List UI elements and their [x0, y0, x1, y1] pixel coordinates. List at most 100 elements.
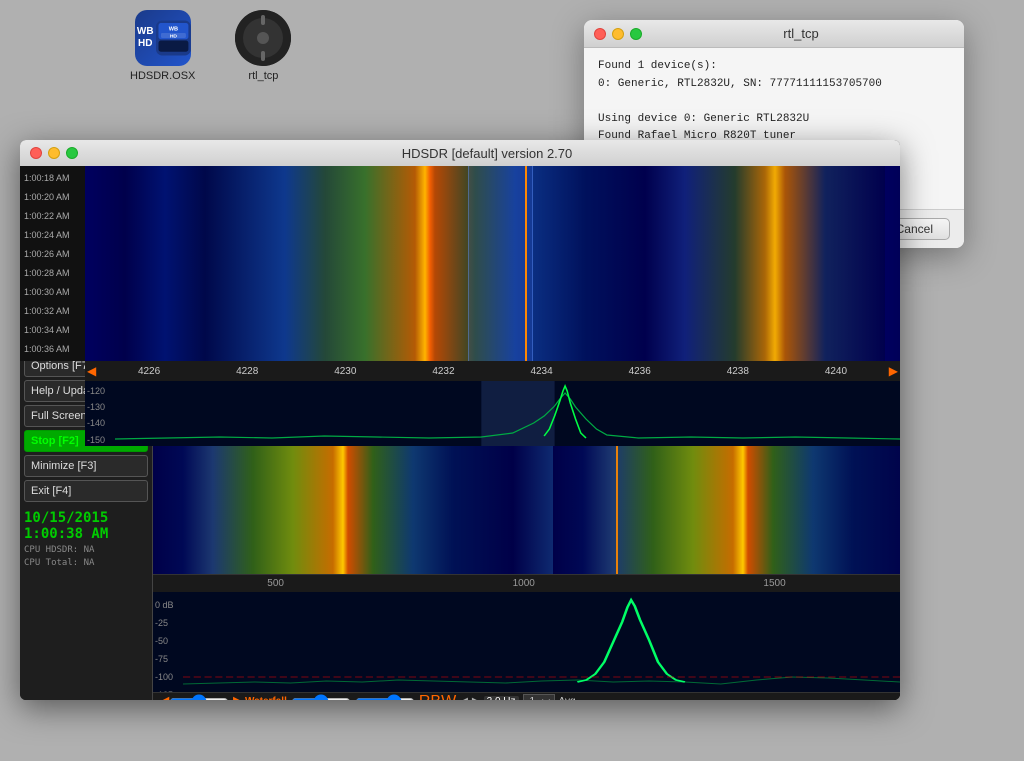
hdsdr-icon-label: HDSDR.OSX — [130, 70, 195, 82]
volume-slider[interactable] — [243, 274, 894, 286]
loop-button[interactable]: ∞ — [300, 307, 324, 329]
media-controls-row: ▶ ⏸ ■ ◀◀ ∞ — [153, 302, 900, 333]
right-freq-axis: 500 1000 1500 — [153, 574, 900, 592]
wf-rbw-label-bot: RBW — [419, 693, 456, 701]
lo-frequency-display[interactable]: 0004.200.000 — [211, 192, 836, 226]
stop-media-button[interactable]: ■ — [236, 307, 258, 329]
waterfall-display-area: 500 1000 1500 0 dB -25 -50 -75 -100 — [153, 434, 900, 700]
freq-4236: 4236 — [629, 366, 651, 377]
wf-pos-slider-bot[interactable] — [169, 697, 229, 701]
hdsdr-titlebar: HDSDR [default] version 2.70 — [20, 140, 900, 166]
wf-level-slider-bot[interactable] — [291, 697, 351, 701]
agc-thresh-slider[interactable] — [243, 288, 894, 300]
db-125: -125 — [155, 686, 185, 692]
nb-if-button[interactable]: NB IF — [235, 335, 275, 352]
tune-label: Tune — [159, 245, 199, 257]
right-freq-arrow[interactable]: ▶ — [889, 364, 898, 378]
desktop-icon-rtl[interactable]: rtl_tcp — [235, 10, 291, 82]
wf-play-btn-bot[interactable]: ◀ — [460, 696, 468, 700]
mode-im[interactable]: IM — [249, 169, 272, 184]
top-db-120: -120 — [87, 383, 105, 399]
mode-buttons-row: AM ECS FM IM LSB USB CW DRM — [153, 166, 900, 188]
right-spectrum-svg — [183, 592, 900, 692]
minimize-button[interactable] — [612, 28, 624, 40]
nb-rf-button[interactable]: NB RF — [189, 335, 233, 352]
record-button[interactable] — [159, 307, 181, 329]
close-button[interactable] — [594, 28, 606, 40]
play-button[interactable]: ▶ — [184, 306, 209, 329]
tune-frequency-display[interactable]: 0004.234.300 — [205, 234, 849, 268]
avg-label-bot: Avg — [559, 696, 576, 700]
afc-button[interactable]: AFC — [277, 335, 311, 352]
mode-lsb[interactable]: LSB — [274, 169, 305, 184]
right-spectrum-display: 0 dB -25 -50 -75 -100 -125 -150 — [153, 592, 900, 692]
wf-level-slider2-bot[interactable] — [355, 697, 415, 701]
svg-text:-40: -40 — [37, 254, 47, 261]
hdsdr-zoom-button[interactable] — [66, 147, 78, 159]
waterfall-label-bot: Waterfall — [245, 696, 287, 700]
desktop-icons-area: WB HD HDSDR.OSX rtl_tcp — [130, 10, 291, 82]
sliders-row: Volume AGC Thresh. — [153, 272, 900, 302]
db-0: 0 dB — [155, 596, 185, 614]
waterfall-ctrl-bot: ◀ ▶ Waterfall RBW ◀ ▶ 2.0 Hz 124 Avg — [153, 692, 900, 700]
zoom-button[interactable] — [630, 28, 642, 40]
lo-freq-row: LO A 0004.200.000 FreqMgr — [153, 188, 900, 230]
squelch-label: Squelch — [70, 265, 103, 275]
freq-4234: 4234 — [530, 366, 552, 377]
tune-freq-row: Tune 0004.234.300 ExtIO — [153, 230, 900, 272]
freqmgr-button[interactable]: FreqMgr — [842, 201, 894, 218]
freq-axis-bar: ◀ 4226 4228 4230 4232 4234 4236 4238 424… — [85, 361, 900, 381]
top-spectrum-display: -120 -130 -140 -150 — [85, 381, 900, 446]
rewind-button[interactable]: ◀◀ — [261, 306, 297, 329]
hdsdr-minimize-button[interactable] — [48, 147, 60, 159]
extio-button[interactable]: ExtIO — [855, 243, 894, 260]
mode-ecs[interactable]: ECS — [186, 169, 219, 184]
log-line-2 — [598, 93, 950, 111]
left-nav-arrow-bot[interactable]: ◀ — [157, 692, 165, 701]
rf-d-button[interactable]: RF+D — [313, 335, 353, 352]
freq-4230: 4230 — [334, 366, 356, 377]
cpu-info: CPU HDSDR: NA CPU Total: NA — [20, 544, 152, 569]
cpu-hdsdr: CPU HDSDR: NA — [24, 544, 148, 557]
hdsdr-title: HDSDR [default] version 2.70 — [84, 146, 890, 161]
freq-4226: 4226 — [138, 366, 160, 377]
svg-text:WB: WB — [169, 27, 178, 33]
exit-button[interactable]: Exit [F4] — [24, 480, 148, 502]
pause-button[interactable]: ⏸ — [212, 306, 233, 329]
db-50: -50 — [155, 632, 185, 650]
hdsdr-close-button[interactable] — [30, 147, 42, 159]
rtl-dialog-title: rtl_tcp — [648, 26, 954, 41]
top-db-140: -140 — [87, 415, 105, 431]
mode-drm[interactable]: DRM — [372, 169, 407, 184]
nr-button[interactable]: NR — [159, 335, 187, 352]
soundcard-button[interactable]: Soundcard [F5] — [24, 305, 148, 327]
minimize-sidebar-button[interactable]: Minimize [F3] — [24, 455, 148, 477]
svg-text:+20: +20 — [99, 222, 111, 229]
wf-stop-btn-bot[interactable]: ▶ — [472, 696, 480, 700]
mode-usb[interactable]: USB — [307, 169, 340, 184]
svg-text:+40: +40 — [119, 236, 131, 243]
rtl-dialog-titlebar: rtl_tcp — [584, 20, 964, 48]
mode-fm[interactable]: FM — [221, 169, 247, 184]
hdsdr-app-icon: WB HD — [135, 10, 191, 66]
lo-indicator: A — [190, 201, 205, 217]
svg-text:-20: -20 — [51, 228, 61, 235]
datetime-display: 10/15/2015 1:00:38 AM — [20, 506, 152, 544]
mode-cw[interactable]: CW — [342, 169, 371, 184]
db-25: -25 — [155, 614, 185, 632]
freq-tick-1: 1000 — [513, 578, 535, 589]
dsp-row-1: NR NB RF NB IF AFC RF+D — [153, 333, 900, 355]
hdsdr-main-window: HDSDR [default] version 2.70 — [20, 140, 900, 700]
desktop-icon-hdsdr[interactable]: WB HD HDSDR.OSX — [130, 10, 195, 82]
rtl-icon-label: rtl_tcp — [248, 70, 278, 82]
freq-4232: 4232 — [432, 366, 454, 377]
log-line-0: Found 1 device(s): — [598, 58, 950, 76]
left-freq-arrow[interactable]: ◀ — [87, 364, 96, 378]
right-nav-arrow-bot[interactable]: ▶ — [233, 692, 241, 701]
svg-text:HD: HD — [170, 33, 178, 39]
mode-am[interactable]: AM — [157, 169, 184, 184]
bandwidth-button[interactable]: Bandwidth [F6] — [24, 330, 148, 352]
rbw-select-bot[interactable]: 124 — [523, 694, 555, 701]
svg-text:S-Meter: S-Meter — [72, 202, 101, 211]
main-waterfall — [153, 434, 900, 574]
